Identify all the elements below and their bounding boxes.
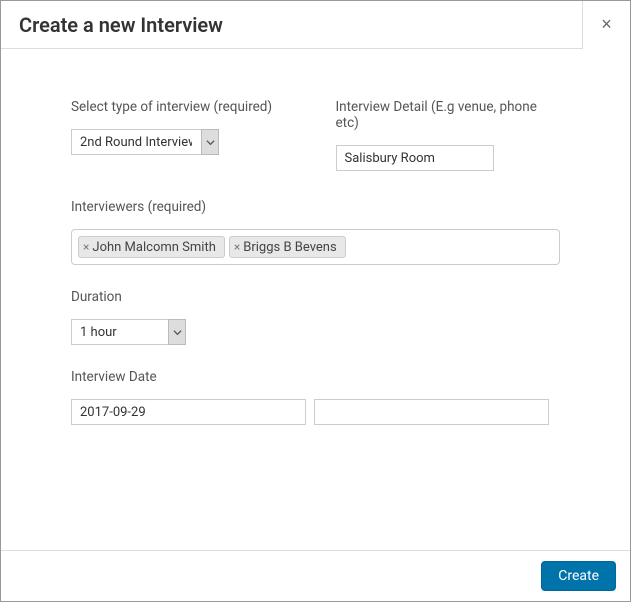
interview-date-input[interactable] [71,399,306,425]
duration-label: Duration [71,289,560,305]
modal-title: Create a new Interview [19,13,223,37]
close-icon: × [601,14,612,35]
interviewers-input[interactable]: × John Malcomn Smith × Briggs B Bevens [71,229,560,265]
interview-date-label: Interview Date [71,369,560,385]
interviewers-label: Interviewers (required) [71,199,560,215]
interview-type-label: Select type of interview (required) [71,99,296,115]
tag-label: John Malcomn Smith [92,240,215,255]
interview-type-select[interactable]: 2nd Round Interview [71,129,219,155]
modal-header: Create a new Interview × [1,1,630,49]
interviewer-tag: × John Malcomn Smith [78,236,225,258]
duration-select[interactable]: 1 hour [71,319,186,345]
interview-detail-input[interactable] [336,145,494,171]
remove-tag-icon[interactable]: × [234,241,240,253]
interviewer-tag: × Briggs B Bevens [229,236,346,258]
modal-footer: Create [1,550,630,601]
modal-body: Select type of interview (required) 2nd … [1,49,630,469]
close-button[interactable]: × [582,1,630,49]
create-button[interactable]: Create [541,561,616,591]
interview-detail-label: Interview Detail (E.g venue, phone etc) [336,99,561,131]
remove-tag-icon[interactable]: × [83,241,89,253]
tag-label: Briggs B Bevens [243,240,336,255]
interview-time-input[interactable] [314,399,549,425]
